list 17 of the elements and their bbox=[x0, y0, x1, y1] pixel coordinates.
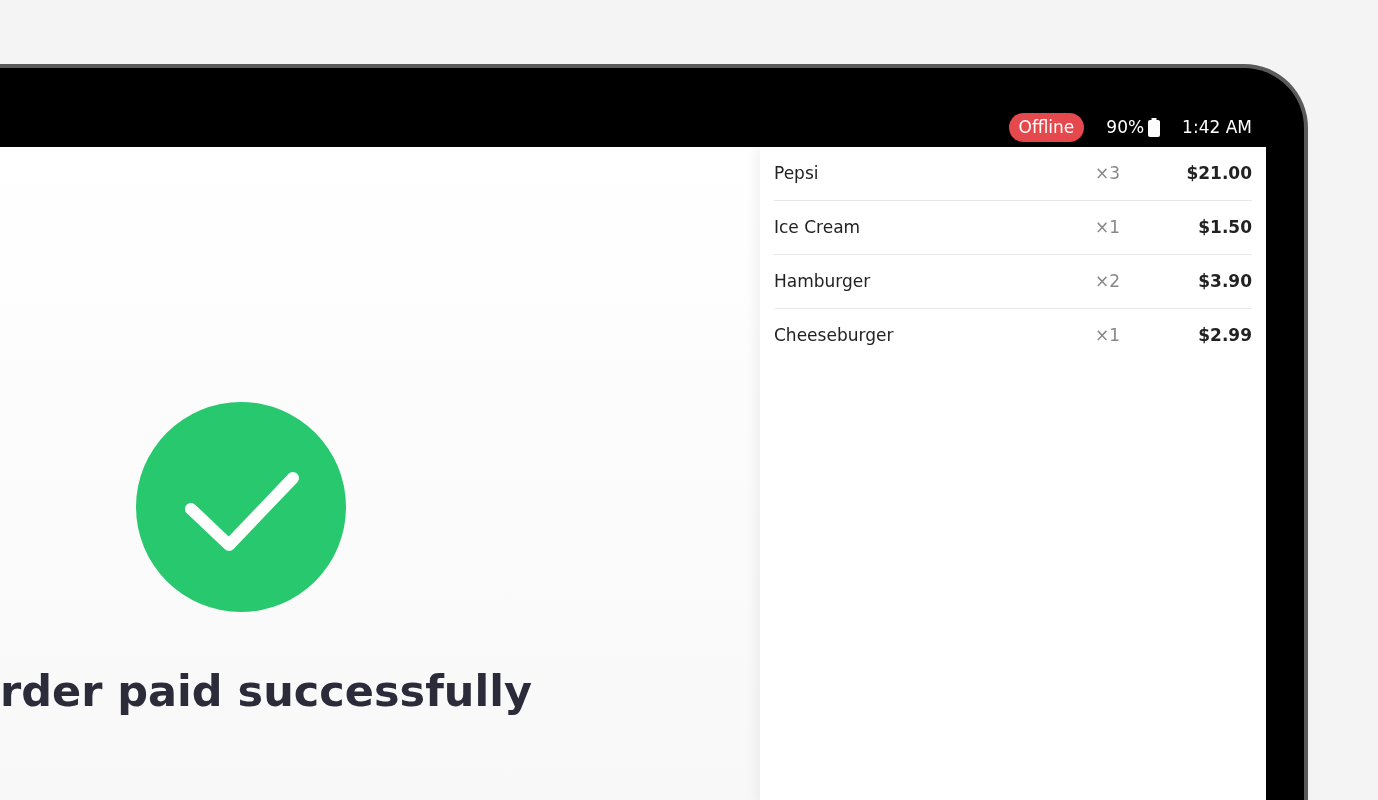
item-name: Pepsi bbox=[774, 161, 820, 185]
battery-level: 90% bbox=[1106, 115, 1145, 139]
item-name: Cheeseburger bbox=[774, 324, 895, 348]
item-quantity: ×1 bbox=[1094, 215, 1120, 239]
item-price: $1.50 bbox=[1197, 215, 1252, 239]
offline-badge: Offline bbox=[1008, 112, 1085, 143]
item-price: $2.99 bbox=[1197, 324, 1252, 348]
item-price: $21.00 bbox=[1185, 161, 1252, 185]
battery-icon bbox=[1148, 118, 1161, 137]
item-price: $3.90 bbox=[1197, 269, 1252, 293]
item-quantity: ×3 bbox=[1094, 161, 1120, 185]
status-time: 1:42 AM bbox=[1182, 115, 1252, 139]
item-quantity: ×1 bbox=[1094, 324, 1120, 348]
item-name: Hamburger bbox=[774, 269, 872, 293]
success-message: rder paid successfully bbox=[0, 670, 532, 713]
item-name: Ice Cream bbox=[774, 215, 862, 239]
item-quantity: ×2 bbox=[1094, 269, 1120, 293]
